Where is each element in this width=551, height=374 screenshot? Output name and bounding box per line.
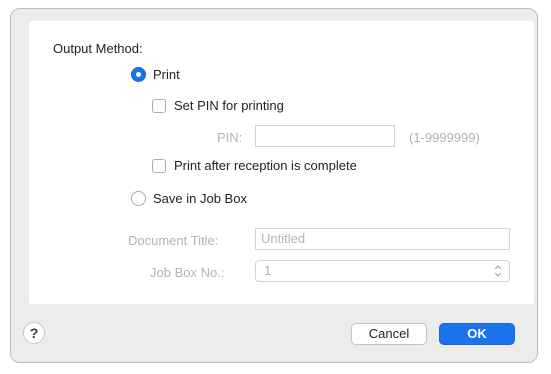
help-button[interactable]: ? <box>23 322 45 344</box>
stepper-arrows-icon <box>494 265 502 277</box>
pin-label: PIN: <box>217 130 243 145</box>
document-title-input[interactable]: Untitled <box>255 228 510 250</box>
print-after-reception-checkbox[interactable] <box>152 159 166 173</box>
ok-button[interactable]: OK <box>439 323 515 345</box>
set-pin-label[interactable]: Set PIN for printing <box>174 98 284 113</box>
job-box-no-value: 1 <box>264 263 272 278</box>
print-after-reception-label[interactable]: Print after reception is complete <box>174 158 357 173</box>
document-title-label: Document Title: <box>128 233 219 248</box>
pin-range-hint: (1-9999999) <box>409 130 480 145</box>
job-box-no-select[interactable]: 1 <box>255 260 510 282</box>
job-box-no-label: Job Box No.: <box>150 265 225 280</box>
output-method-heading: Output Method: <box>53 41 143 56</box>
print-radio[interactable] <box>131 67 146 82</box>
output-method-dialog: Output Method: Print Set PIN for printin… <box>10 8 538 363</box>
pin-input[interactable] <box>255 125 395 147</box>
settings-panel: Output Method: Print Set PIN for printin… <box>29 21 534 304</box>
save-in-job-box-label[interactable]: Save in Job Box <box>153 191 247 206</box>
set-pin-checkbox[interactable] <box>152 99 166 113</box>
print-radio-label[interactable]: Print <box>153 67 180 82</box>
cancel-button[interactable]: Cancel <box>351 323 427 345</box>
save-in-job-box-radio[interactable] <box>131 191 146 206</box>
